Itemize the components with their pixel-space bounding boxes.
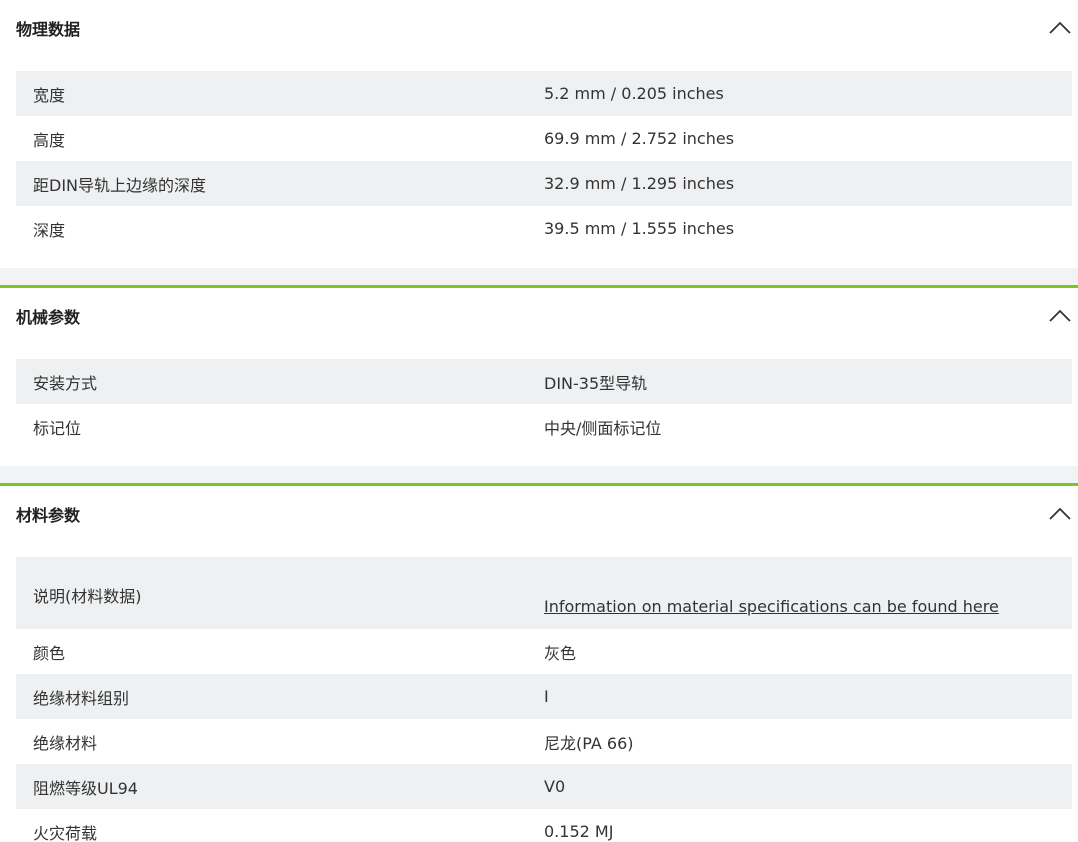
chevron-up-icon[interactable] [1048,306,1072,326]
table-row: 高度 69.9 mm / 2.752 inches [16,116,1072,161]
spec-table: 宽度 5.2 mm / 0.205 inches 高度 69.9 mm / 2.… [16,71,1072,251]
table-row: 标记位 中央/侧面标记位 [16,404,1072,449]
row-value: 5.2 mm / 0.205 inches [544,84,724,103]
row-label: 火灾荷载 [33,823,98,842]
row-value: 0.152 MJ [544,822,614,841]
row-value: 中央/侧面标记位 [544,418,662,438]
section-header-physical-data[interactable]: 物理数据 [0,0,1078,56]
row-label: 说明(材料数据) [33,587,142,606]
row-value: Information on material specifications c… [544,557,1072,616]
row-label: 安装方式 [33,373,98,393]
row-label: 深度 [33,220,66,240]
table-row: 绝缘材料组别 I [16,674,1072,719]
row-label: 距DIN导轨上边缘的深度 [33,175,207,195]
table-row: 深度 39.5 mm / 1.555 inches [16,206,1072,251]
material-spec-link[interactable]: Information on material specifications c… [544,597,999,616]
row-label: 高度 [33,130,66,150]
table-row: 火灾荷载 0.152 MJ [16,809,1072,842]
spec-table: 说明(材料数据) Information on material specifi… [16,557,1072,842]
table-row: 颜色 灰色 [16,629,1072,674]
table-row: 说明(材料数据) Information on material specifi… [16,557,1072,629]
chevron-up-icon[interactable] [1048,18,1072,38]
table-row: 绝缘材料 尼龙(PA 66) [16,719,1072,764]
section-mechanical: 机械参数 安装方式 DIN-35型导轨 标记位 中央/侧面标记位 [0,288,1078,483]
table-row: 安装方式 DIN-35型导轨 [16,359,1072,404]
table-row: 宽度 5.2 mm / 0.205 inches [16,71,1072,116]
row-label: 宽度 [33,85,66,105]
row-value: I [544,687,549,706]
section-physical-data: 物理数据 宽度 5.2 mm / 0.205 inches 高度 69.9 mm… [0,0,1078,285]
row-value: 尼龙(PA 66) [544,733,634,753]
section-header-material[interactable]: 材料参数 [0,486,1078,542]
spec-table: 安装方式 DIN-35型导轨 标记位 中央/侧面标记位 [16,359,1072,449]
row-value: 69.9 mm / 2.752 inches [544,129,735,148]
row-label: 标记位 [33,418,82,438]
section-footer [0,466,1078,483]
section-title: 物理数据 [16,20,81,39]
row-label: 绝缘材料 [33,733,98,753]
row-value: V0 [544,777,566,796]
section-footer [0,268,1078,285]
row-value: DIN-35型导轨 [544,373,648,393]
section-title: 材料参数 [16,506,81,525]
row-value: 39.5 mm / 1.555 inches [544,219,735,238]
section-material: 材料参数 说明(材料数据) Information on material sp… [0,486,1078,842]
section-header-mechanical[interactable]: 机械参数 [0,288,1078,344]
row-label: 阻燃等级UL94 [33,778,138,798]
row-label: 绝缘材料组别 [33,688,130,708]
section-title: 机械参数 [16,308,81,327]
row-label: 颜色 [33,643,66,663]
chevron-up-icon[interactable] [1048,504,1072,524]
table-row: 阻燃等级UL94 V0 [16,764,1072,809]
table-row: 距DIN导轨上边缘的深度 32.9 mm / 1.295 inches [16,161,1072,206]
row-value: 灰色 [544,643,577,663]
row-value: 32.9 mm / 1.295 inches [544,174,735,193]
